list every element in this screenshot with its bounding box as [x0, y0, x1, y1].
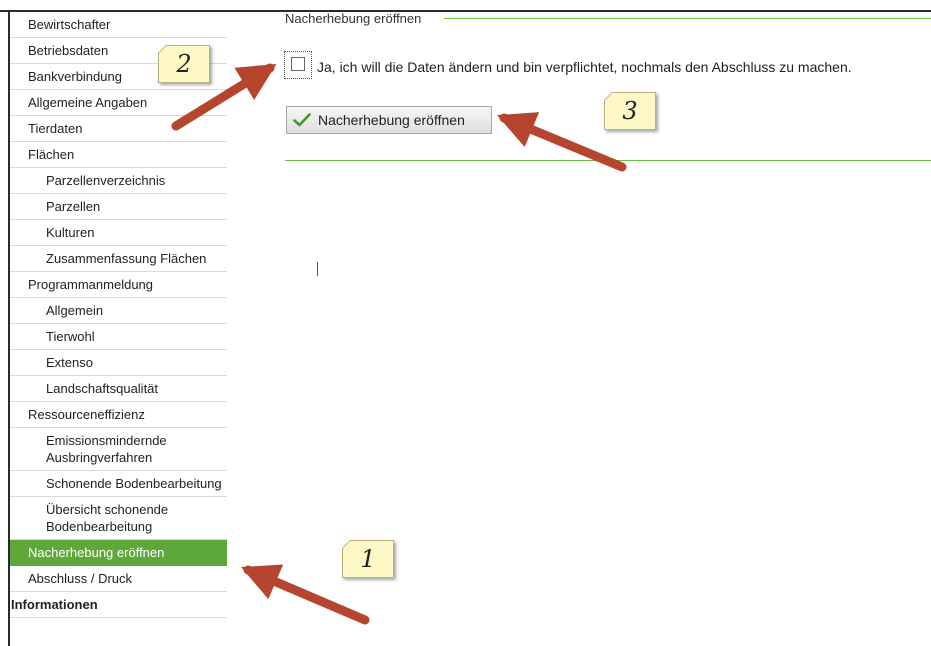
sidebar-item-kulturen[interactable]: Kulturen [10, 220, 227, 246]
sidebar-item-tierwohl[interactable]: Tierwohl [10, 324, 227, 350]
sidebar-item-extenso[interactable]: Extenso [10, 350, 227, 376]
sidebar-item-programmanmeldung[interactable]: Programmanmeldung [10, 272, 227, 298]
open-nacherhebung-button-label: Nacherhebung eröffnen [318, 112, 465, 128]
sidebar-item-tierdaten[interactable]: Tierdaten [10, 116, 227, 142]
sidebar-item-parzellenverzeichnis[interactable]: Parzellenverzeichnis [10, 168, 227, 194]
section-title: Nacherhebung eröffnen [285, 11, 422, 26]
title-divider [444, 18, 931, 19]
callout-note-3: 3 [604, 92, 656, 130]
callout-note-2: 2 [158, 45, 210, 83]
sidebar-item-zusammenfassung-flächen[interactable]: Zusammenfassung Flächen [10, 246, 227, 272]
callout-note-1: 1 [342, 540, 394, 578]
sidebar-item-schonende-bodenbearbeitung[interactable]: Schonende Bodenbearbeitung [10, 471, 227, 497]
section-divider [285, 160, 931, 161]
confirm-checkbox-label[interactable]: Ja, ich will die Daten ändern und bin ve… [317, 59, 852, 75]
confirm-checkbox-focus[interactable] [284, 51, 312, 79]
sidebar-item-parzellen[interactable]: Parzellen [10, 194, 227, 220]
open-nacherhebung-button[interactable]: Nacherhebung eröffnen [286, 106, 492, 134]
sidebar-item-emissionsmindernde-ausbringverfahren[interactable]: Emissionsmindernde Ausbringverfahren [10, 428, 227, 471]
text-cursor [317, 262, 318, 276]
sidebar-item-ressourceneffizienz[interactable]: Ressourceneffizienz [10, 402, 227, 428]
sidebar-item-abschluss-druck[interactable]: Abschluss / Druck [10, 566, 227, 592]
sidebar-item-nacherhebung-eröffnen[interactable]: Nacherhebung eröffnen [10, 540, 227, 566]
sidebar-item-übersicht-schonende-bodenbearbeitung[interactable]: Übersicht schonende Bodenbearbeitung [10, 497, 227, 540]
sidebar-item-allgemein[interactable]: Allgemein [10, 298, 227, 324]
sidebar-item-informationen[interactable]: Informationen [10, 592, 227, 618]
sidebar-item-landschaftsqualität[interactable]: Landschaftsqualität [10, 376, 227, 402]
checkmark-icon [293, 113, 315, 127]
confirm-checkbox[interactable] [291, 57, 305, 71]
sidebar-item-flächen[interactable]: Flächen [10, 142, 227, 168]
sidebar-item-bewirtschafter[interactable]: Bewirtschafter [10, 12, 227, 38]
sidebar-item-allgemeine-angaben[interactable]: Allgemeine Angaben [10, 90, 227, 116]
sidebar-nav: Bewirtschafter Betriebsdaten Bankverbindun… [10, 12, 227, 618]
